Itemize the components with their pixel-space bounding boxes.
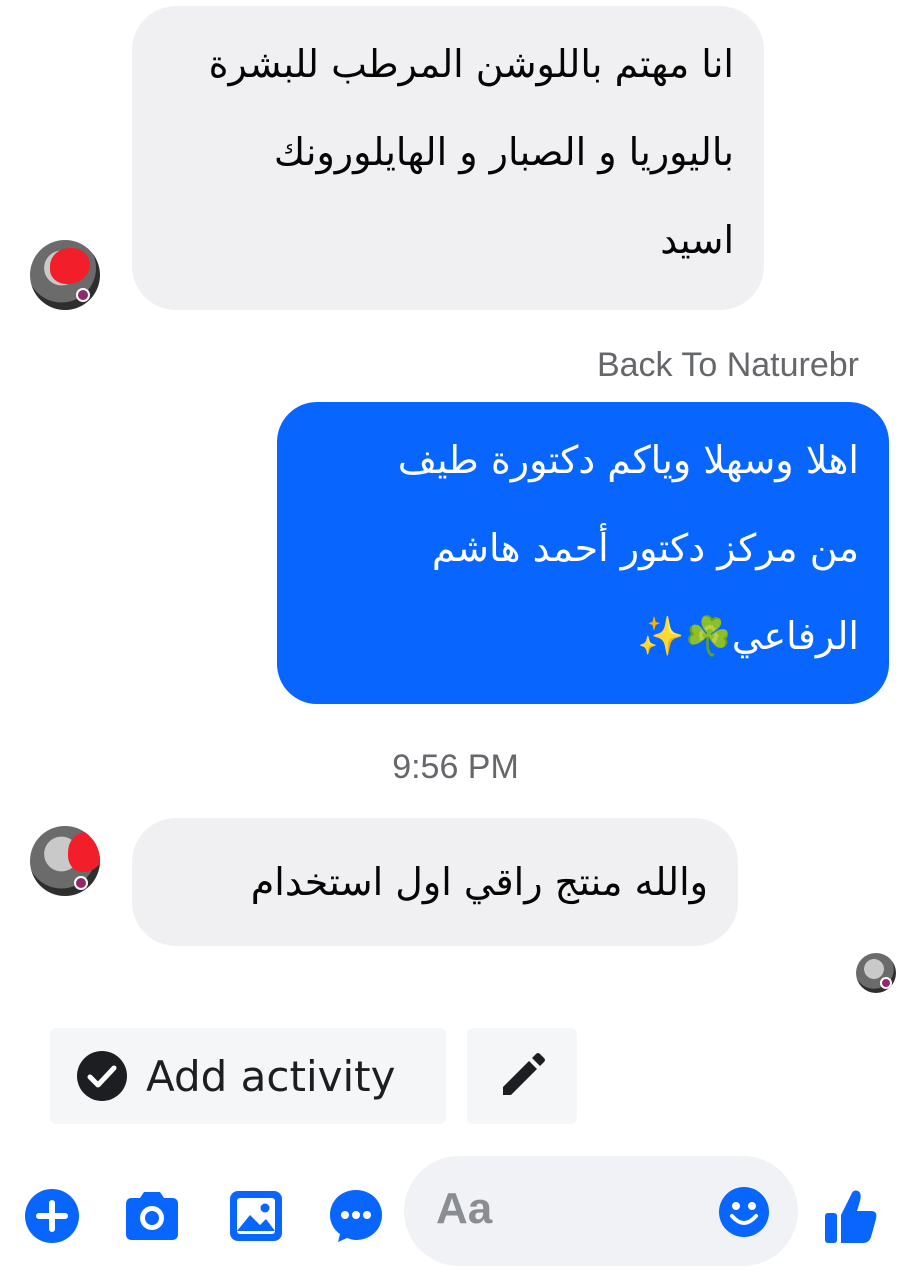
chat-options-button[interactable] [328, 1188, 384, 1244]
image-icon [228, 1189, 284, 1243]
message-text-line: اسيد [660, 218, 734, 262]
add-activity-button[interactable]: Add activity [50, 1028, 446, 1124]
avatar-badge [74, 876, 88, 890]
sender-avatar[interactable] [30, 826, 100, 896]
thumbs-up-icon [823, 1187, 879, 1245]
sender-name: Back To Naturebr [596, 346, 859, 384]
message-text-line: الرفاعي☘️✨ [637, 614, 859, 658]
time-separator: 9:56 PM [392, 748, 519, 786]
edit-button[interactable] [467, 1028, 577, 1124]
sender-avatar[interactable] [30, 240, 100, 310]
read-receipt-avatar [856, 953, 896, 993]
camera-button[interactable] [122, 1186, 182, 1246]
message-bubble-incoming[interactable]: انا مهتم باللوشن المرطب للبشرة باليوريا … [132, 6, 764, 310]
message-input-placeholder: Aa [436, 1184, 493, 1233]
like-button[interactable] [822, 1184, 880, 1248]
avatar-badge [76, 288, 90, 302]
gallery-button[interactable] [226, 1186, 286, 1246]
redaction-mark [68, 832, 100, 872]
message-bubble-incoming[interactable]: والله منتج راقي اول استخدام [132, 818, 738, 946]
plus-icon [24, 1188, 80, 1244]
message-bubble-outgoing[interactable]: اهلا وسهلا وياكم دكتورة طيف من مركز دكتو… [277, 402, 889, 704]
message-input[interactable]: Aa [404, 1156, 798, 1266]
pencil-icon [497, 1051, 547, 1101]
redaction-mark [50, 248, 90, 284]
chat-dots-icon [328, 1188, 384, 1244]
message-text-line: من مركز دكتور أحمد هاشم [431, 526, 859, 570]
avatar-badge [880, 977, 892, 989]
message-text-line: اهلا وسهلا وياكم دكتورة طيف [397, 438, 859, 482]
message-text-line: والله منتج راقي اول استخدام [250, 860, 708, 904]
message-text-line: انا مهتم باللوشن المرطب للبشرة [208, 42, 734, 86]
emoji-icon[interactable] [718, 1186, 770, 1242]
camera-icon [122, 1188, 182, 1244]
message-text-line: باليوريا و الصبار و الهايلورونك [273, 130, 734, 174]
add-activity-label: Add activity [146, 1051, 396, 1101]
plus-button[interactable] [24, 1188, 80, 1244]
check-circle-icon [76, 1050, 128, 1102]
